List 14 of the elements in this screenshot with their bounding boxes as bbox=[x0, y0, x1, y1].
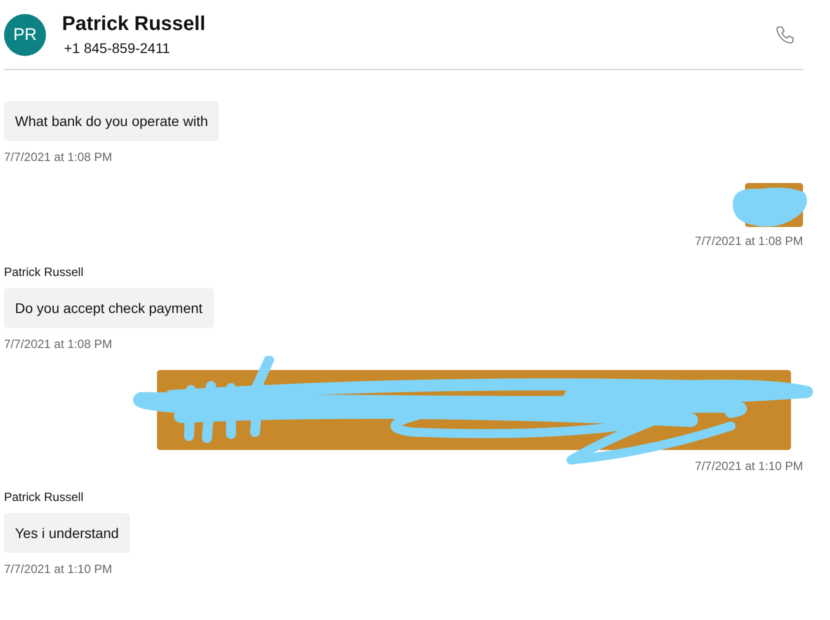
sender-name: Patrick Russell bbox=[4, 265, 84, 279]
contact-name: Patrick Russell bbox=[62, 13, 206, 36]
phone-icon[interactable] bbox=[775, 24, 795, 44]
contact-phone: +1 845-859-2411 bbox=[64, 40, 171, 56]
message-time: 7/7/2021 at 1:10 PM bbox=[694, 459, 803, 473]
contact-avatar: PR bbox=[4, 14, 46, 56]
message-time: 7/7/2021 at 1:08 PM bbox=[4, 150, 112, 164]
message-time: 7/7/2021 at 1:08 PM bbox=[694, 234, 803, 248]
message-bubble: Yes i understand bbox=[4, 513, 130, 553]
sender-name: Patrick Russell bbox=[4, 490, 84, 504]
message-time: 7/7/2021 at 1:10 PM bbox=[4, 562, 112, 576]
message-time: 7/7/2021 at 1:08 PM bbox=[4, 337, 112, 351]
message-bubble: Do you accept check payment bbox=[4, 288, 214, 328]
message-bubble: What bank do you operate with bbox=[4, 101, 220, 141]
